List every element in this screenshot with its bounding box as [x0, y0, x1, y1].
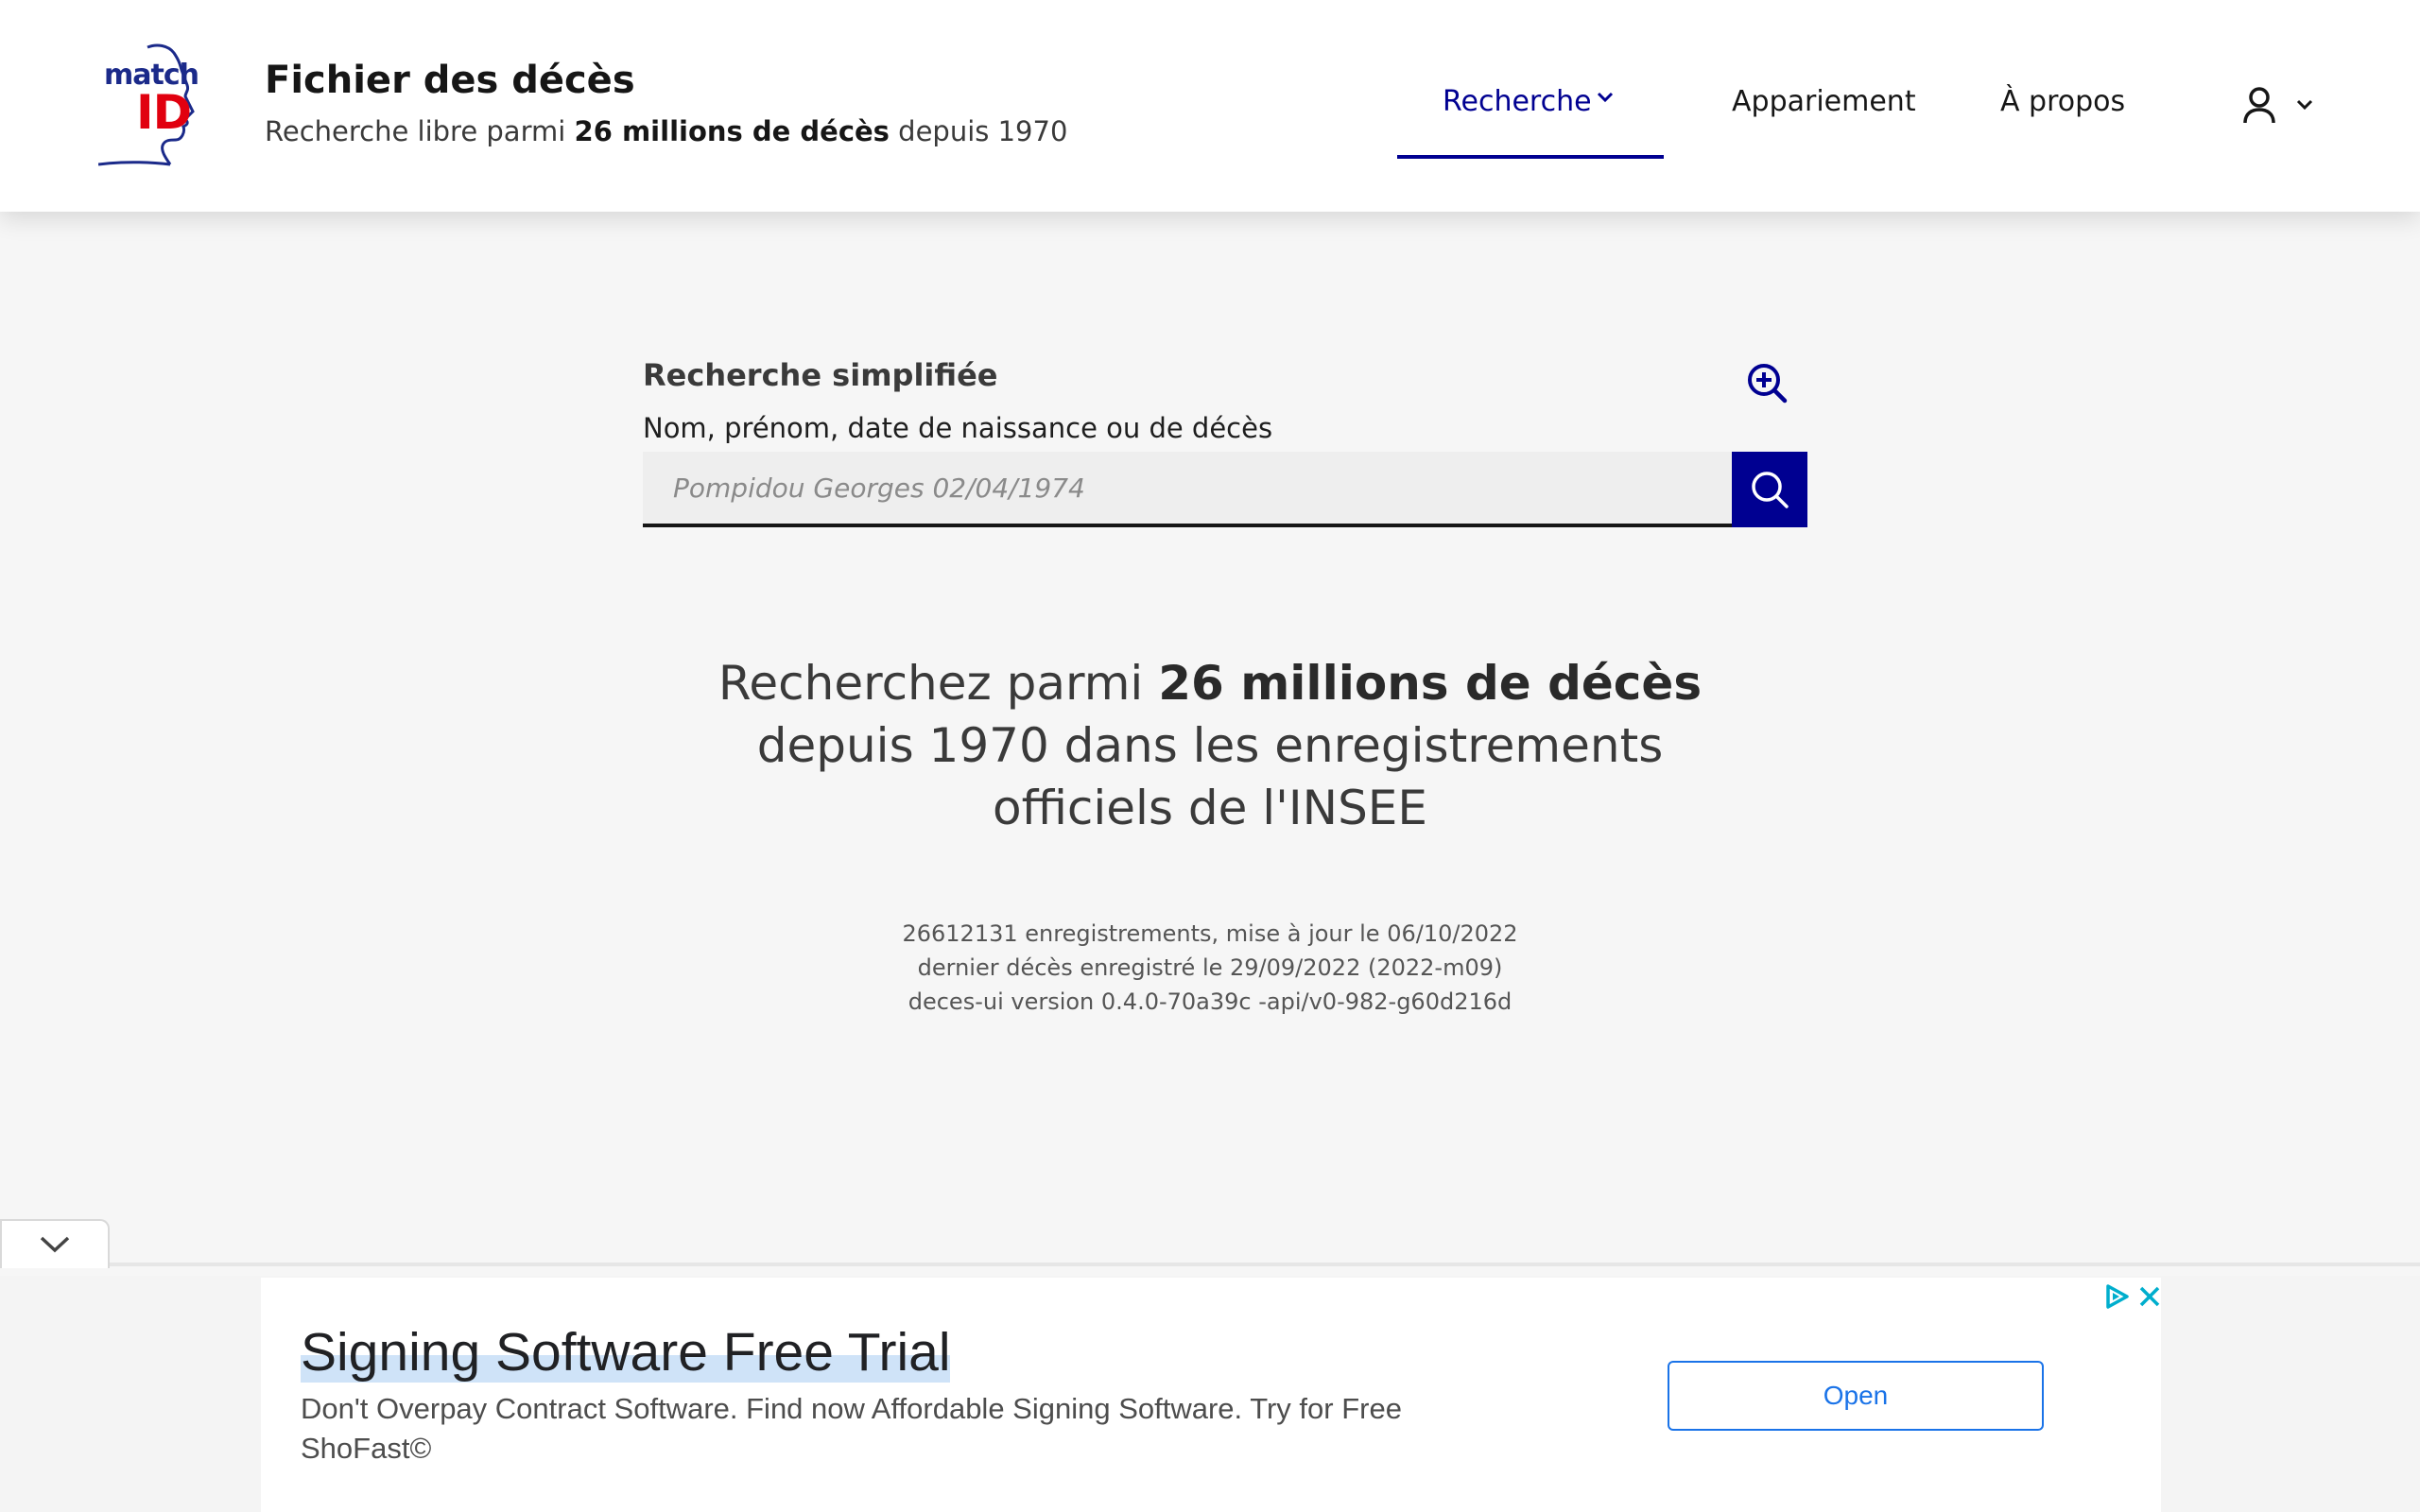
search-input[interactable] [643, 452, 1732, 527]
search-icon [1752, 472, 1789, 508]
subtitle-bold: 26 millions de décès [574, 115, 890, 147]
chevron-down-icon [1597, 92, 1614, 103]
ad-title-text: Signing Software Free Trial [301, 1322, 951, 1383]
ad-collapse-toggle[interactable] [0, 1219, 110, 1268]
search-heading: Recherche simplifiée [643, 357, 998, 393]
ad-description: Don't Overpay Contract Software. Find no… [301, 1389, 1605, 1469]
search-button[interactable] [1732, 452, 1807, 527]
ad-open-button[interactable]: Open [1668, 1361, 2044, 1431]
subtitle-post: depuis 1970 [889, 115, 1068, 147]
stats-records: 26612131 enregistrements, mise à jour le… [902, 920, 1518, 947]
stats-block: 26612131 enregistrements, mise à jour le… [737, 917, 1683, 1019]
nav-recherche[interactable]: Recherche [1397, 47, 1664, 159]
hero-pre: Recherchez parmi [717, 656, 1159, 711]
subtitle-pre: Recherche libre parmi [265, 115, 575, 147]
ad-card[interactable]: Signing Software Free Trial Don't Overpa… [261, 1278, 2161, 1512]
zoom-in-icon [1748, 364, 1788, 404]
ad-description-text: Don't Overpay Contract Software. Find no… [301, 1392, 1402, 1425]
stats-version: deces-ui version 0.4.0-70a39c -api/v0-98… [908, 988, 1512, 1015]
nav-recherche-label: Recherche [1443, 85, 1592, 118]
site-subtitle: Recherche libre parmi 26 millions de déc… [265, 115, 1067, 147]
hero-bold: 26 millions de décès [1158, 656, 1703, 711]
advanced-search-button[interactable] [1745, 361, 1789, 404]
search-label: Nom, prénom, date de naissance ou de déc… [643, 412, 1273, 444]
matchid-logo[interactable]: match ID [98, 42, 231, 170]
adchoices-play-icon [2106, 1284, 2129, 1309]
ad-divider [0, 1263, 2420, 1266]
ad-title[interactable]: Signing Software Free Trial [301, 1321, 951, 1383]
nav-apropos[interactable]: À propos [2000, 85, 2125, 118]
ad-close-button[interactable] [2136, 1281, 2163, 1312]
adchoices-icon[interactable] [2102, 1281, 2133, 1312]
site-header: match ID Fichier des décès Recherche lib… [0, 0, 2420, 212]
ad-advertiser: ShoFast© [301, 1432, 432, 1465]
user-menu[interactable] [2231, 83, 2322, 129]
logo-id-text: ID [136, 85, 192, 140]
hero-text: Recherchez parmi 26 millions de décès de… [662, 652, 1758, 839]
chevron-down-icon [2296, 99, 2313, 111]
close-icon [2139, 1286, 2160, 1307]
nav-appariement[interactable]: Appariement [1732, 85, 1916, 118]
search-section: Recherche simplifiée Nom, prénom, date d… [643, 355, 1807, 544]
chevron-down-icon [40, 1236, 70, 1253]
stats-last-death: dernier décès enregistré le 29/09/2022 (… [917, 954, 1503, 981]
site-title[interactable]: Fichier des décès [265, 59, 635, 102]
user-icon [2243, 87, 2275, 124]
hero-post: depuis 1970 dans les enregistrements off… [756, 718, 1664, 835]
